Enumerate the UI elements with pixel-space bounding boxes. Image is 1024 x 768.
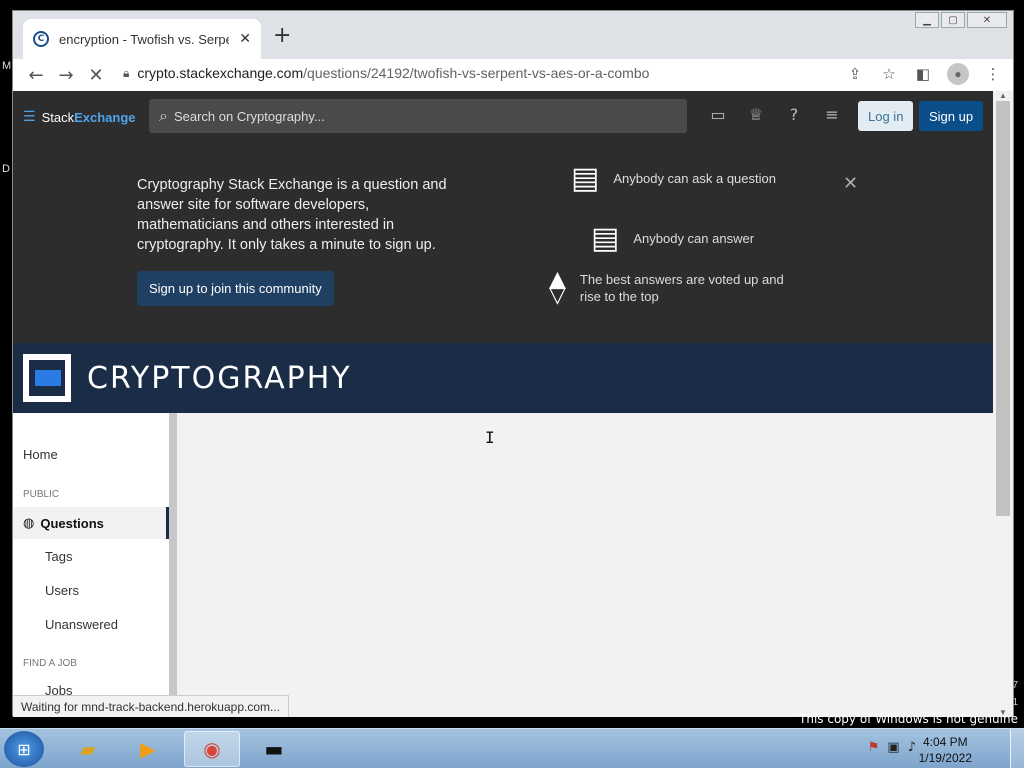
- site-title[interactable]: CRYPTOGRAPHY: [87, 361, 352, 396]
- sidebar-item-home[interactable]: Home: [23, 447, 58, 462]
- minimize-icon[interactable]: ▁: [915, 12, 939, 28]
- feature-vote: ▲ ▽ The best answers are voted up and rise…: [549, 267, 784, 308]
- answer-bubbles-icon: ▤: [591, 221, 620, 256]
- main-content-loading: [177, 413, 994, 717]
- new-tab-button[interactable]: +: [273, 25, 291, 47]
- site-banner: CRYPTOGRAPHY: [13, 343, 994, 413]
- join-community-button[interactable]: Sign up to join this community: [137, 271, 334, 306]
- feature-ask: ▤ Anybody can ask a question: [571, 161, 776, 196]
- stack-menu-icon: ☰: [23, 109, 36, 125]
- page-scrollbar[interactable]: ▲ ▼: [993, 91, 1013, 717]
- taskbar-clock[interactable]: 4:04 PM 1/19/2022: [919, 734, 972, 766]
- login-button[interactable]: Log in: [858, 101, 914, 131]
- lock-icon: 🔒︎: [123, 65, 130, 80]
- window-controls: ▁ ▢ ✕: [915, 12, 1007, 28]
- help-icon[interactable]: ?: [784, 105, 804, 124]
- tab-close-icon[interactable]: ✕: [239, 31, 251, 47]
- logo-stack-text: Stack: [41, 109, 75, 125]
- feature-vote-line2: rise to the top: [579, 289, 659, 304]
- browser-tab[interactable]: C encryption - Twofish vs. Serpent ✕: [23, 19, 261, 59]
- back-arrow-icon[interactable]: ←: [21, 65, 51, 86]
- achievements-trophy-icon[interactable]: ♕: [746, 105, 766, 124]
- desktop-fragment: M: [2, 60, 12, 72]
- globe-icon: ◍: [23, 515, 35, 531]
- sidebar-item-questions[interactable]: ◍ Questions: [13, 507, 169, 539]
- show-desktop-button[interactable]: [1010, 729, 1024, 768]
- vote-arrows-icon: ▲ ▽: [549, 267, 566, 308]
- stackexchange-topbar: ☰ Stack Exchange ⌕ Search on Cryptography…: [13, 91, 994, 143]
- sidebar-item-unanswered[interactable]: Unanswered: [45, 617, 118, 632]
- left-sidebar: Home PUBLIC ◍ Questions Tags Users Unans…: [13, 413, 177, 717]
- search-box[interactable]: ⌕ Search on Cryptography...: [149, 99, 687, 133]
- feature-answer-text: Anybody can answer: [633, 231, 755, 246]
- media-player-taskbar-icon[interactable]: ▶: [120, 731, 176, 767]
- url-path: /questions/24192/twofish-vs-serpent-vs-a…: [303, 65, 650, 81]
- text-cursor-icon: I: [485, 428, 495, 447]
- tab-strip: ▁ ▢ ✕ C encryption - Twofish vs. Serpent…: [13, 11, 1013, 59]
- cmd-taskbar-icon[interactable]: ▬: [246, 731, 302, 767]
- browser-toolbar: ← → ✕ 🔒︎ crypto.stackexchange.com/questi…: [13, 59, 1013, 91]
- stop-loading-icon[interactable]: ✕: [81, 65, 111, 86]
- cryptography-logo-icon[interactable]: [23, 354, 71, 402]
- inbox-icon[interactable]: ▭: [708, 105, 728, 124]
- scroll-up-icon[interactable]: ▲: [993, 91, 1013, 100]
- clock-date: 1/19/2022: [918, 751, 972, 765]
- action-center-flag-icon[interactable]: ⚑: [868, 740, 880, 755]
- sidebar-item-users[interactable]: Users: [45, 583, 79, 598]
- url-host: crypto.stackexchange.com: [137, 65, 304, 81]
- url-text: crypto.stackexchange.com/questions/24192…: [137, 65, 649, 81]
- desktop-fragment: D: [2, 163, 10, 175]
- topbar-icons: ▭ ♕ ? ≡: [708, 105, 842, 124]
- windows-watermark: This copy of Windows is not genuine: [799, 712, 1018, 726]
- feature-answer: ▤ Anybody can answer: [591, 221, 754, 256]
- volume-icon[interactable]: ♪: [908, 740, 916, 755]
- tab-title: encryption - Twofish vs. Serpent: [59, 31, 229, 47]
- logo-exchange-text: Exchange: [74, 109, 136, 125]
- system-tray: ⚑ ▣ ♪: [868, 740, 916, 755]
- chrome-taskbar-icon[interactable]: ◉: [184, 731, 240, 767]
- kebab-menu-icon[interactable]: ⋮: [983, 65, 1003, 83]
- explorer-taskbar-icon[interactable]: ▰: [60, 731, 116, 767]
- forward-arrow-icon[interactable]: →: [51, 65, 81, 86]
- windows-taskbar: ⊞ ▰ ▶ ◉ ▬ ⚑ ▣ ♪ 4:04 PM 1/19/2022: [0, 728, 1024, 768]
- page-viewport: ☰ Stack Exchange ⌕ Search on Cryptography…: [13, 91, 994, 717]
- side-panel-icon[interactable]: ◧: [913, 65, 933, 83]
- sidebar-item-tags[interactable]: Tags: [45, 549, 72, 564]
- start-button-icon[interactable]: ⊞: [4, 731, 44, 767]
- feature-vote-text: The best answers are voted up and rise to…: [580, 271, 784, 305]
- search-placeholder: Search on Cryptography...: [173, 108, 325, 124]
- address-bar[interactable]: 🔒︎ crypto.stackexchange.com/questions/24…: [123, 59, 893, 87]
- loading-status-bar: Waiting for mnd-track-backend.herokuapp.…: [13, 695, 290, 717]
- signup-button[interactable]: Sign up: [919, 101, 984, 131]
- network-icon[interactable]: ▣: [887, 740, 899, 755]
- sidebar-section-find-job: FIND A JOB: [23, 658, 77, 669]
- maximize-icon[interactable]: ▢: [941, 12, 965, 28]
- welcome-hero: Cryptography Stack Exchange is a questio…: [13, 143, 994, 343]
- clock-time: 4:04 PM: [922, 735, 968, 749]
- toolbar-actions: ⇪ ☆ ◧ ● ⋮: [845, 63, 1003, 85]
- search-icon: ⌕: [159, 106, 168, 125]
- feature-ask-text: Anybody can ask a question: [613, 171, 776, 186]
- sidebar-section-public: PUBLIC: [23, 489, 60, 500]
- stackexchange-favicon-icon: C: [33, 31, 49, 47]
- browser-window: ▁ ▢ ✕ C encryption - Twofish vs. Serpent…: [12, 10, 1014, 717]
- site-switcher-icon[interactable]: ≡: [822, 105, 842, 124]
- stackexchange-logo[interactable]: ☰ Stack Exchange: [23, 109, 136, 125]
- feature-vote-line1: The best answers are voted up and: [579, 272, 784, 287]
- close-hero-icon[interactable]: ✕: [843, 173, 858, 194]
- speech-bubble-icon: ▤: [571, 161, 600, 196]
- close-window-icon[interactable]: ✕: [967, 12, 1007, 28]
- scroll-thumb[interactable]: [996, 101, 1010, 516]
- profile-avatar-icon[interactable]: ●: [947, 63, 969, 85]
- sidebar-divider: [169, 413, 177, 717]
- sidebar-item-questions-label: Questions: [40, 515, 104, 531]
- bookmark-star-icon[interactable]: ☆: [879, 65, 899, 83]
- share-icon[interactable]: ⇪: [845, 65, 865, 83]
- hero-description: Cryptography Stack Exchange is a questio…: [137, 177, 447, 253]
